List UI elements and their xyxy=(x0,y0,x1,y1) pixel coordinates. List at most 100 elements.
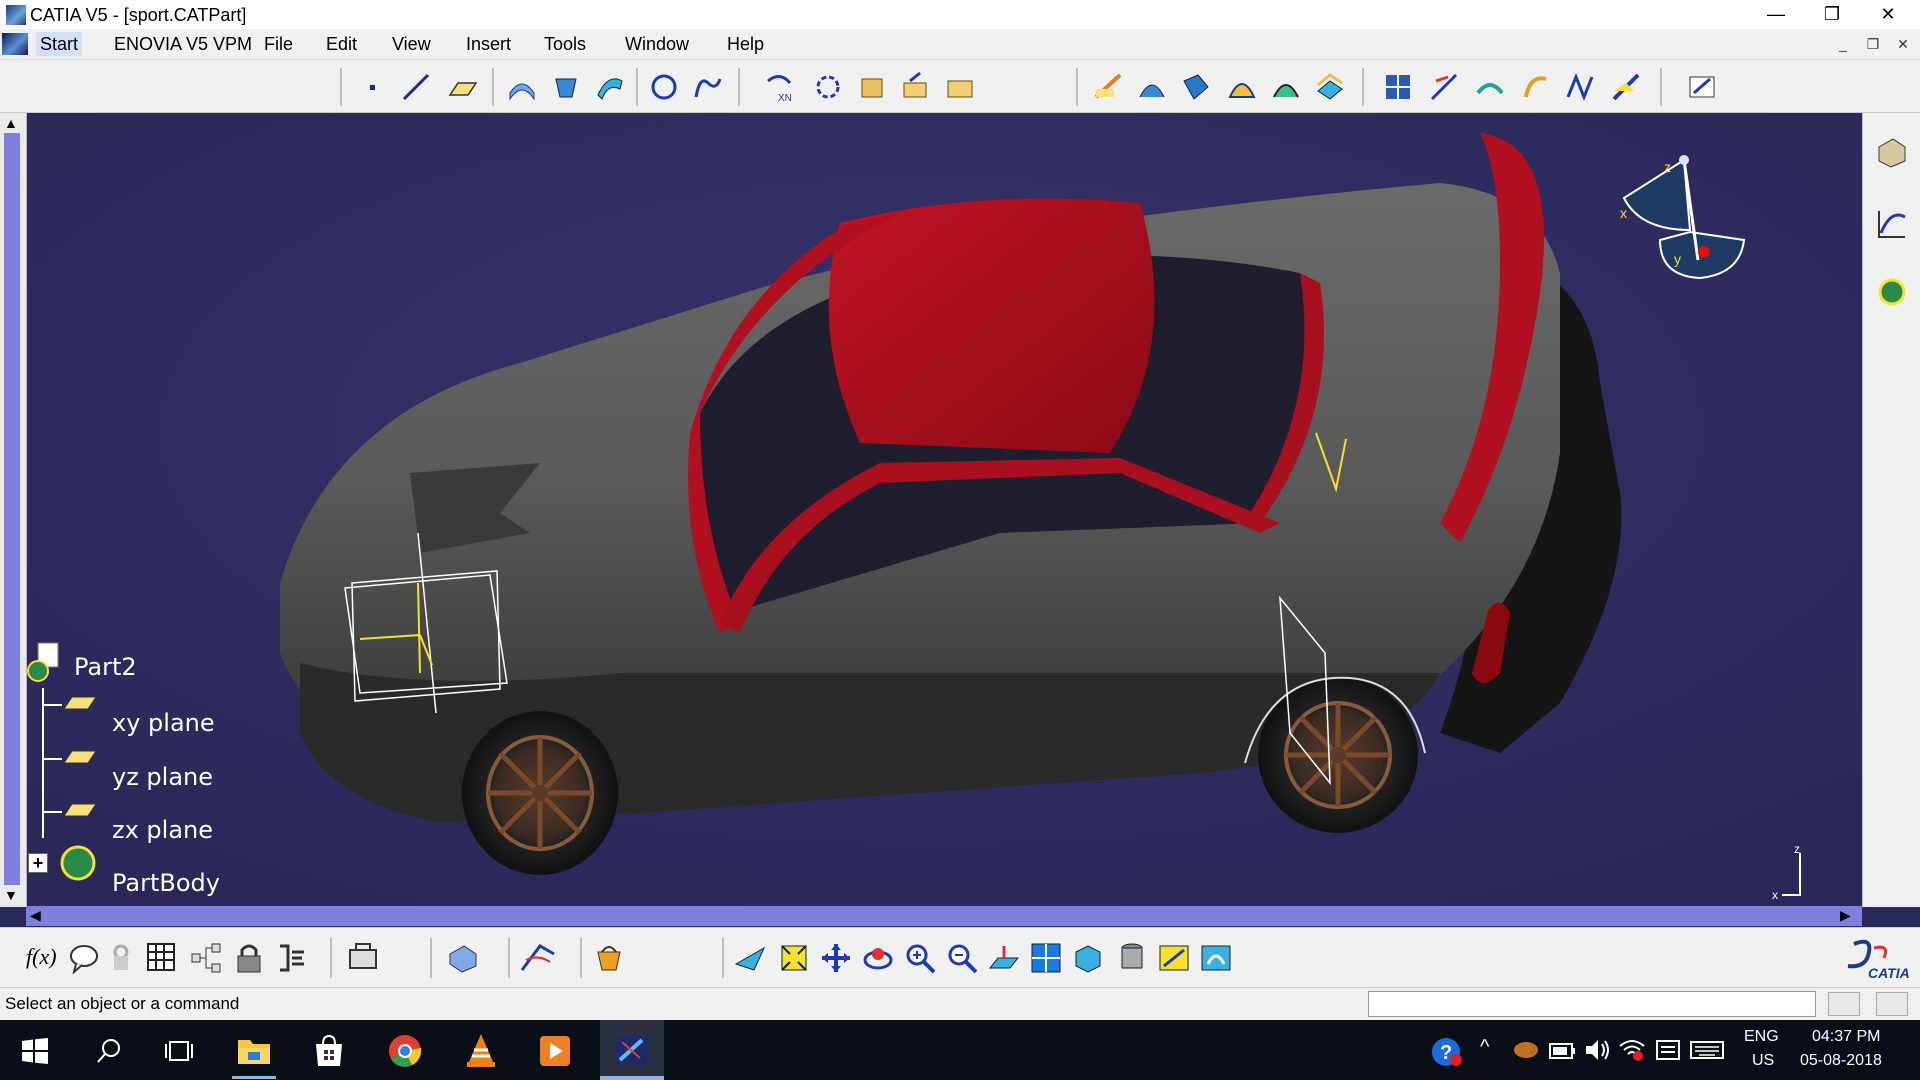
parameters-icon[interactable] xyxy=(276,942,308,974)
padlock-icon[interactable] xyxy=(234,942,264,974)
show-hidden-icons-icon[interactable]: ^ xyxy=(1480,1036,1489,1059)
network-icon[interactable] xyxy=(1618,1038,1646,1062)
power-input-button[interactable] xyxy=(1876,992,1908,1016)
keyboard-icon[interactable] xyxy=(1690,1038,1724,1062)
split-icon[interactable] xyxy=(812,71,844,103)
comment-icon[interactable] xyxy=(68,942,100,974)
formula-button[interactable]: f(x) xyxy=(26,944,57,970)
menu-file[interactable]: File xyxy=(260,32,297,56)
projection-icon[interactable] xyxy=(1564,71,1596,103)
media-player-icon[interactable] xyxy=(538,1034,572,1068)
volume-icon[interactable] xyxy=(1584,1038,1612,1062)
part-icon[interactable] xyxy=(24,641,64,691)
measure-icon[interactable] xyxy=(520,940,556,974)
menu-tools[interactable]: Tools xyxy=(540,32,590,56)
menu-window[interactable]: Window xyxy=(621,32,693,56)
fit-all-icon[interactable] xyxy=(778,942,810,974)
point-icon[interactable] xyxy=(358,71,390,103)
3d-viewport[interactable]: z x y z x Part2 xy plane yz plane zx pla… xyxy=(0,113,1862,907)
rotate-icon[interactable] xyxy=(862,942,894,974)
sweep-icon[interactable] xyxy=(594,71,626,103)
extrude-surface-icon[interactable] xyxy=(506,71,538,103)
catalog-browser-icon[interactable] xyxy=(346,940,380,974)
extrapolate-icon[interactable] xyxy=(1610,71,1642,103)
scroll-right-arrow-icon[interactable]: ▶ xyxy=(1840,907,1851,924)
menu-insert[interactable]: Insert xyxy=(462,32,515,56)
scroll-thumb[interactable] xyxy=(4,133,20,885)
line-icon[interactable] xyxy=(400,71,432,103)
car-model-render[interactable] xyxy=(0,113,1862,907)
zoom-out-icon[interactable] xyxy=(946,942,978,974)
chrome-icon[interactable] xyxy=(388,1034,422,1068)
connect-curve-icon[interactable] xyxy=(1474,71,1506,103)
lock-icon[interactable] xyxy=(110,942,132,974)
pattern-icon[interactable] xyxy=(944,71,976,103)
knowledge-icon[interactable] xyxy=(1875,275,1909,309)
menu-help[interactable]: Help xyxy=(723,32,768,56)
compass-widget[interactable]: z x y xyxy=(1620,148,1750,298)
hide-show-icon[interactable] xyxy=(1158,942,1190,974)
tree-root-part2[interactable]: Part2 xyxy=(74,653,137,681)
app-tray-icon[interactable] xyxy=(1512,1038,1540,1062)
scroll-down-arrow-icon[interactable]: ▼ xyxy=(4,887,18,903)
draft-icon[interactable] xyxy=(1520,71,1552,103)
multi-view-icon[interactable] xyxy=(1030,942,1062,974)
blend-icon[interactable] xyxy=(1226,71,1258,103)
multisection-icon[interactable] xyxy=(1136,71,1168,103)
battery-icon[interactable] xyxy=(1548,1038,1576,1062)
zoom-in-icon[interactable] xyxy=(904,942,936,974)
menu-start[interactable]: Start xyxy=(36,32,83,56)
fillet-icon[interactable] xyxy=(856,71,888,103)
microsoft-store-icon[interactable] xyxy=(312,1034,346,1068)
curvature-icon[interactable] xyxy=(1428,71,1460,103)
surface-sketch-icon[interactable] xyxy=(1092,71,1124,103)
task-view-icon[interactable] xyxy=(164,1038,194,1064)
clock-date[interactable]: 05-08-2018 xyxy=(1800,1052,1882,1070)
doc-close-button[interactable]: ✕ xyxy=(1892,34,1914,54)
scroll-left-arrow-icon[interactable]: ◀ xyxy=(30,907,41,924)
document-icon[interactable] xyxy=(2,33,28,55)
clock-time[interactable]: 04:37 PM xyxy=(1812,1028,1880,1046)
revolve-icon[interactable] xyxy=(550,71,582,103)
tree-item-zx-plane[interactable]: zx plane xyxy=(112,816,213,844)
plane-icon[interactable] xyxy=(446,71,478,103)
normal-view-icon[interactable] xyxy=(988,942,1020,974)
vlc-icon[interactable] xyxy=(464,1032,498,1068)
notification-icon[interactable] xyxy=(1654,1038,1682,1062)
search-icon[interactable] xyxy=(96,1038,122,1064)
grid-analysis-icon[interactable] xyxy=(1382,71,1414,103)
bucket-icon[interactable] xyxy=(592,940,626,974)
vertical-scrollbar[interactable]: ▲ ▼ xyxy=(0,113,27,907)
tree-structure-icon[interactable] xyxy=(190,942,222,974)
language-bottom[interactable]: US xyxy=(1752,1052,1774,1070)
iso-view-icon[interactable] xyxy=(1072,942,1104,974)
analysis-curve-icon[interactable] xyxy=(1875,207,1909,241)
sketch-icon[interactable] xyxy=(1686,71,1718,103)
expand-partbody-button[interactable]: + xyxy=(28,853,48,873)
file-explorer-icon[interactable] xyxy=(236,1034,272,1068)
catia-taskbar-button[interactable] xyxy=(600,1020,664,1080)
doc-minimize-button[interactable]: _ xyxy=(1832,34,1854,54)
command-input[interactable] xyxy=(1368,991,1816,1017)
tree-item-xy-plane[interactable]: xy plane xyxy=(112,709,215,737)
tree-item-partbody[interactable]: PartBody xyxy=(112,869,220,897)
swap-visible-space-icon[interactable] xyxy=(1200,942,1232,974)
doc-restore-button[interactable]: ❐ xyxy=(1862,34,1884,54)
tree-item-yz-plane[interactable]: yz plane xyxy=(112,763,213,791)
part-design-workbench-icon[interactable] xyxy=(1875,135,1909,169)
fly-mode-icon[interactable] xyxy=(734,942,766,974)
close-button[interactable]: ✕ xyxy=(1860,0,1916,29)
language-top[interactable]: ENG xyxy=(1744,1028,1779,1046)
offset-icon[interactable] xyxy=(1270,71,1302,103)
apply-material-icon[interactable] xyxy=(446,940,480,974)
menu-view[interactable]: View xyxy=(388,32,435,56)
windows-start-icon[interactable] xyxy=(22,1038,48,1064)
minimize-button[interactable]: — xyxy=(1748,0,1804,29)
join-icon[interactable]: XN xyxy=(764,71,796,103)
menu-edit[interactable]: Edit xyxy=(322,32,361,56)
thickness-icon[interactable] xyxy=(1314,71,1346,103)
horizontal-scrollbar[interactable]: ◀ ▶ xyxy=(26,906,1862,926)
menu-enovia[interactable]: ENOVIA V5 VPM xyxy=(110,32,256,56)
pan-icon[interactable] xyxy=(820,942,852,974)
command-list-button[interactable] xyxy=(1828,992,1860,1016)
